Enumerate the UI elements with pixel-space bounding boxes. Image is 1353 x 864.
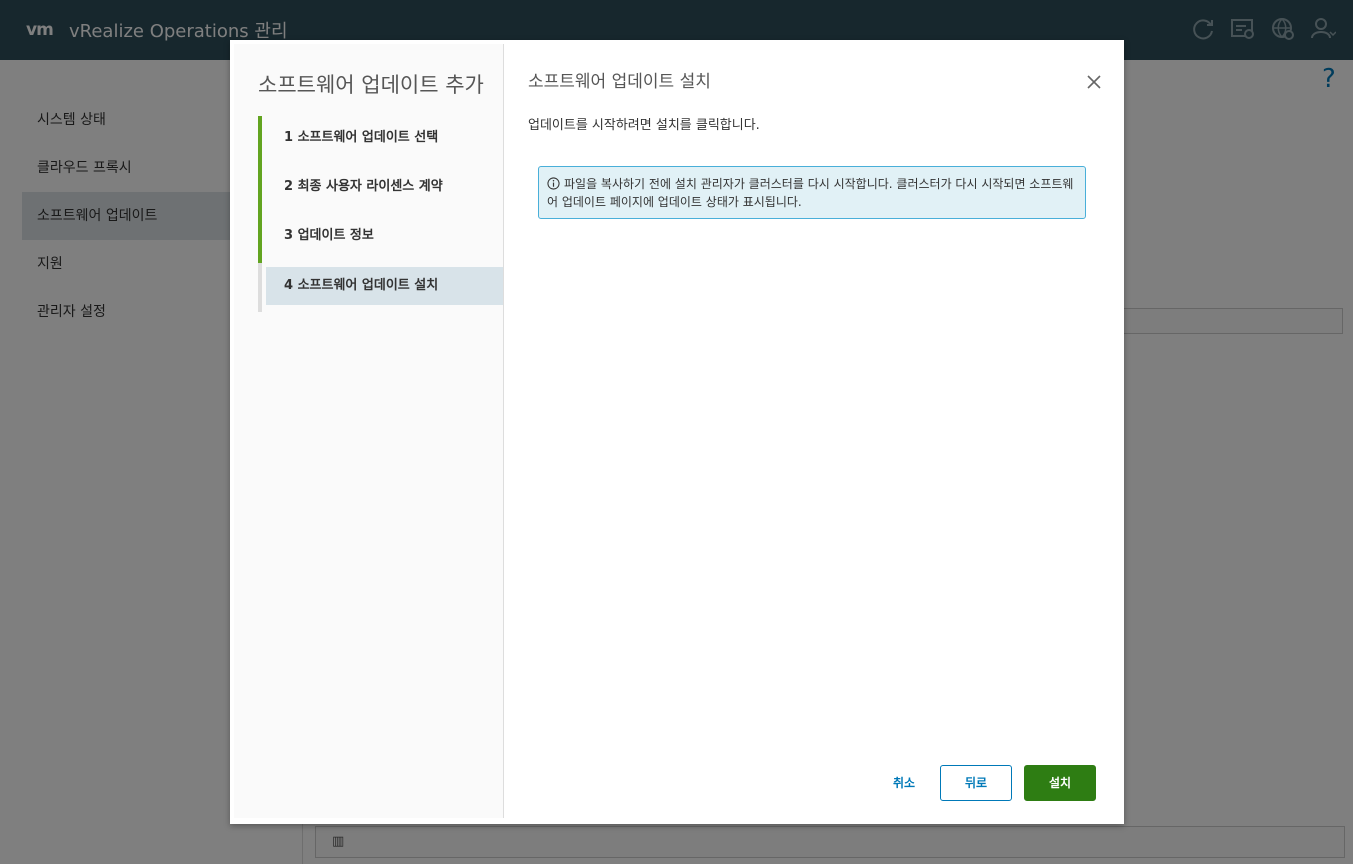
close-icon[interactable]	[1084, 72, 1104, 92]
install-button[interactable]: 설치	[1024, 765, 1096, 801]
wizard-step-4-current[interactable]: 4 소프트웨어 업데이트 설치	[258, 263, 503, 312]
wizard-content: 소프트웨어 업데이트 설치 업데이트를 시작하려면 설치를 클릭합니다. 파일을…	[504, 40, 1124, 824]
wizard-modal: 소프트웨어 업데이트 추가 1 소프트웨어 업데이트 선택 2 최종 사용자 라…	[230, 40, 1124, 824]
wizard-step-label: 4 소프트웨어 업데이트 설치	[266, 267, 503, 305]
wizard-step-2[interactable]: 2 최종 사용자 라이센스 계약	[258, 165, 503, 214]
wizard-step-1[interactable]: 1 소프트웨어 업데이트 선택	[258, 116, 503, 165]
wizard-step-label: 2 최종 사용자 라이센스 계약	[284, 179, 443, 194]
cancel-button[interactable]: 취소	[874, 765, 934, 801]
page-title: 소프트웨어 업데이트 설치	[528, 72, 711, 92]
info-alert: 파일을 복사하기 전에 설치 관리자가 클러스터를 다시 시작합니다. 클러스터…	[538, 166, 1086, 219]
wizard-step-label: 3 업데이트 정보	[284, 228, 374, 243]
page-description: 업데이트를 시작하려면 설치를 클릭합니다.	[528, 118, 760, 133]
wizard-stepnav: 소프트웨어 업데이트 추가 1 소프트웨어 업데이트 선택 2 최종 사용자 라…	[234, 44, 504, 818]
info-alert-text: 파일을 복사하기 전에 설치 관리자가 클러스터를 다시 시작합니다. 클러스터…	[547, 177, 1074, 209]
info-icon	[547, 177, 560, 190]
wizard-step-label: 1 소프트웨어 업데이트 선택	[284, 130, 439, 145]
back-button[interactable]: 뒤로	[940, 765, 1012, 801]
wizard-steps: 1 소프트웨어 업데이트 선택 2 최종 사용자 라이센스 계약 3 업데이트 …	[258, 116, 503, 312]
wizard-title: 소프트웨어 업데이트 추가	[258, 73, 484, 97]
wizard-step-3[interactable]: 3 업데이트 정보	[258, 214, 503, 263]
